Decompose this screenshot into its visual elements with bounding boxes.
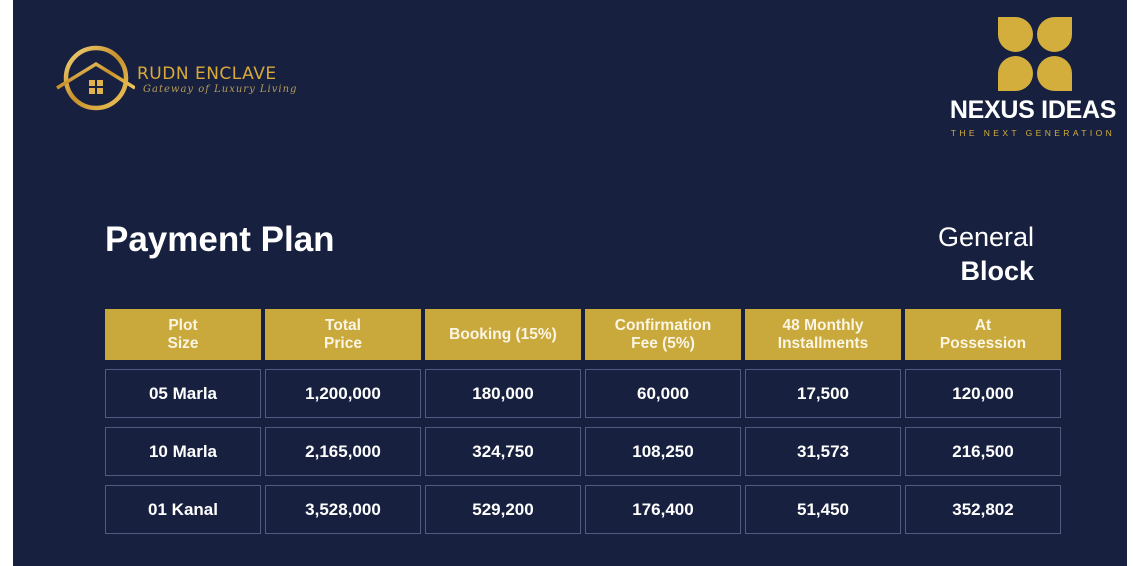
nexus-ideas-logo: NEXUS IDEAS THE NEXT GENERATION [943,12,1123,142]
table-header-row: Plot Size Total Price Booking (15%) Conf… [105,309,1061,360]
table-row: 05 Marla 1,200,000 180,000 60,000 17,500… [105,369,1061,418]
cell-booking: 180,000 [425,369,581,418]
block-label: General Block [938,220,1034,288]
nexus-ideas-tagline: THE NEXT GENERATION [950,128,1116,138]
rudn-enclave-tagline: Gateway of Luxury Living [143,84,298,95]
header-booking: Booking (15%) [425,309,581,360]
rudn-enclave-name: RUDN ENCLAVE [137,64,277,84]
header-plot-size: Plot Size [105,309,261,360]
cell-plot-size: 01 Kanal [105,485,261,534]
cell-monthly-installments: 17,500 [745,369,901,418]
petal-shape [998,56,1033,91]
cell-confirmation-fee: 176,400 [585,485,741,534]
four-petal-icon [998,17,1072,91]
cell-at-possession: 352,802 [905,485,1061,534]
petal-shape [998,17,1033,52]
cell-booking: 529,200 [425,485,581,534]
header-total-price: Total Price [265,309,421,360]
cell-plot-size: 10 Marla [105,427,261,476]
cell-confirmation-fee: 108,250 [585,427,741,476]
table-row: 10 Marla 2,165,000 324,750 108,250 31,57… [105,427,1061,476]
nexus-ideas-name: NEXUS IDEAS [949,96,1117,124]
cell-at-possession: 120,000 [905,369,1061,418]
cell-booking: 324,750 [425,427,581,476]
rudn-enclave-logo: RUDN ENCLAVE Gateway of Luxury Living [55,42,315,114]
house-in-circle-icon [56,45,135,111]
cell-plot-size: 05 Marla [105,369,261,418]
cell-confirmation-fee: 60,000 [585,369,741,418]
payment-plan-panel: RUDN ENCLAVE Gateway of Luxury Living NE… [13,0,1127,566]
cell-monthly-installments: 31,573 [745,427,901,476]
cell-total-price: 1,200,000 [265,369,421,418]
petal-shape [1037,56,1072,91]
cell-at-possession: 216,500 [905,427,1061,476]
petal-shape [1037,17,1072,52]
block-label-line1: General [937,222,1034,252]
table-row: 01 Kanal 3,528,000 529,200 176,400 51,45… [105,485,1061,534]
cell-total-price: 3,528,000 [265,485,421,534]
cell-total-price: 2,165,000 [265,427,421,476]
header-monthly-installments: 48 Monthly Installments [745,309,901,360]
page-title: Payment Plan [105,220,335,259]
header-at-possession: At Possession [905,309,1061,360]
cell-monthly-installments: 51,450 [745,485,901,534]
payment-plan-table: Plot Size Total Price Booking (15%) Conf… [105,309,1061,543]
block-label-line2: Block [960,256,1034,286]
header-confirmation-fee: Confirmation Fee (5%) [585,309,741,360]
